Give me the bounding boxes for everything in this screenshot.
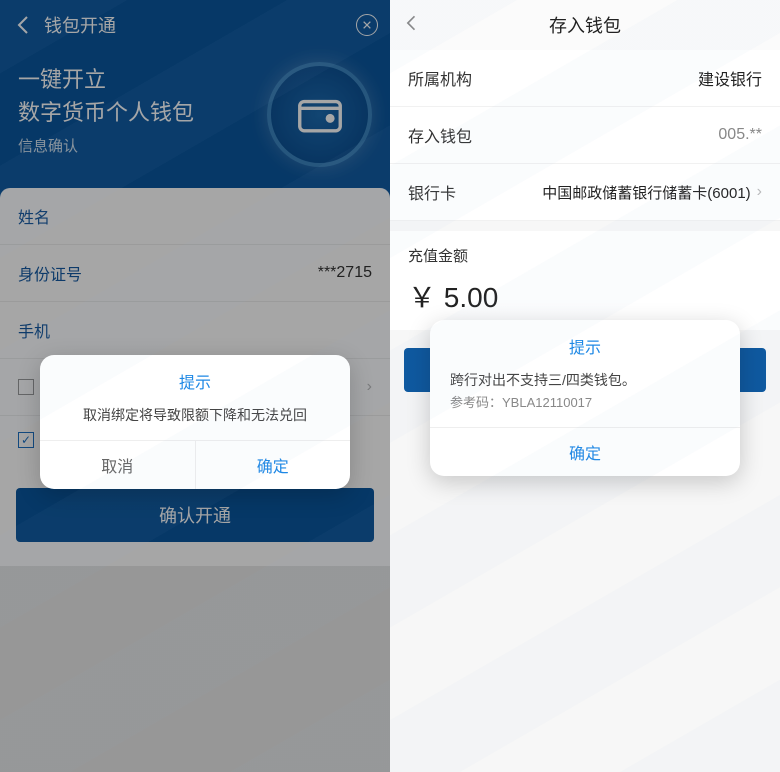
screen-wallet-open: 钱包开通 一键开立 数字货币个人钱包 信息确认 姓名 身份证号 ***2715 xyxy=(0,0,390,772)
modal-message: 取消绑定将导致限额下降和无法兑回 xyxy=(40,399,350,440)
modal-overlay: 提示 跨行对出不支持三/四类钱包。 参考码：YBLA12110017 确定 xyxy=(390,0,780,772)
modal-code-line: 参考码：YBLA12110017 xyxy=(450,393,720,413)
modal-title: 提示 xyxy=(430,320,740,364)
modal-overlay: 提示 取消绑定将导致限额下降和无法兑回 取消 确定 xyxy=(0,0,390,772)
modal-dialog: 提示 跨行对出不支持三/四类钱包。 参考码：YBLA12110017 确定 xyxy=(430,320,740,476)
modal-cancel-button[interactable]: 取消 xyxy=(40,441,195,489)
modal-actions: 确定 xyxy=(430,427,740,476)
code-value: YBLA12110017 xyxy=(502,395,592,410)
modal-dialog: 提示 取消绑定将导致限额下降和无法兑回 取消 确定 xyxy=(40,355,350,489)
modal-ok-button[interactable]: 确定 xyxy=(430,428,740,476)
modal-actions: 取消 确定 xyxy=(40,440,350,489)
code-prefix: 参考码： xyxy=(450,395,502,410)
screen-deposit-wallet: 存入钱包 所属机构 建设银行 存入钱包 005.** 银行卡 中国邮政储蓄银行储… xyxy=(390,0,780,772)
modal-ok-button[interactable]: 确定 xyxy=(195,441,351,489)
modal-body: 跨行对出不支持三/四类钱包。 参考码：YBLA12110017 xyxy=(430,364,740,427)
modal-message: 跨行对出不支持三/四类钱包。 xyxy=(450,370,720,391)
modal-title: 提示 xyxy=(40,355,350,399)
